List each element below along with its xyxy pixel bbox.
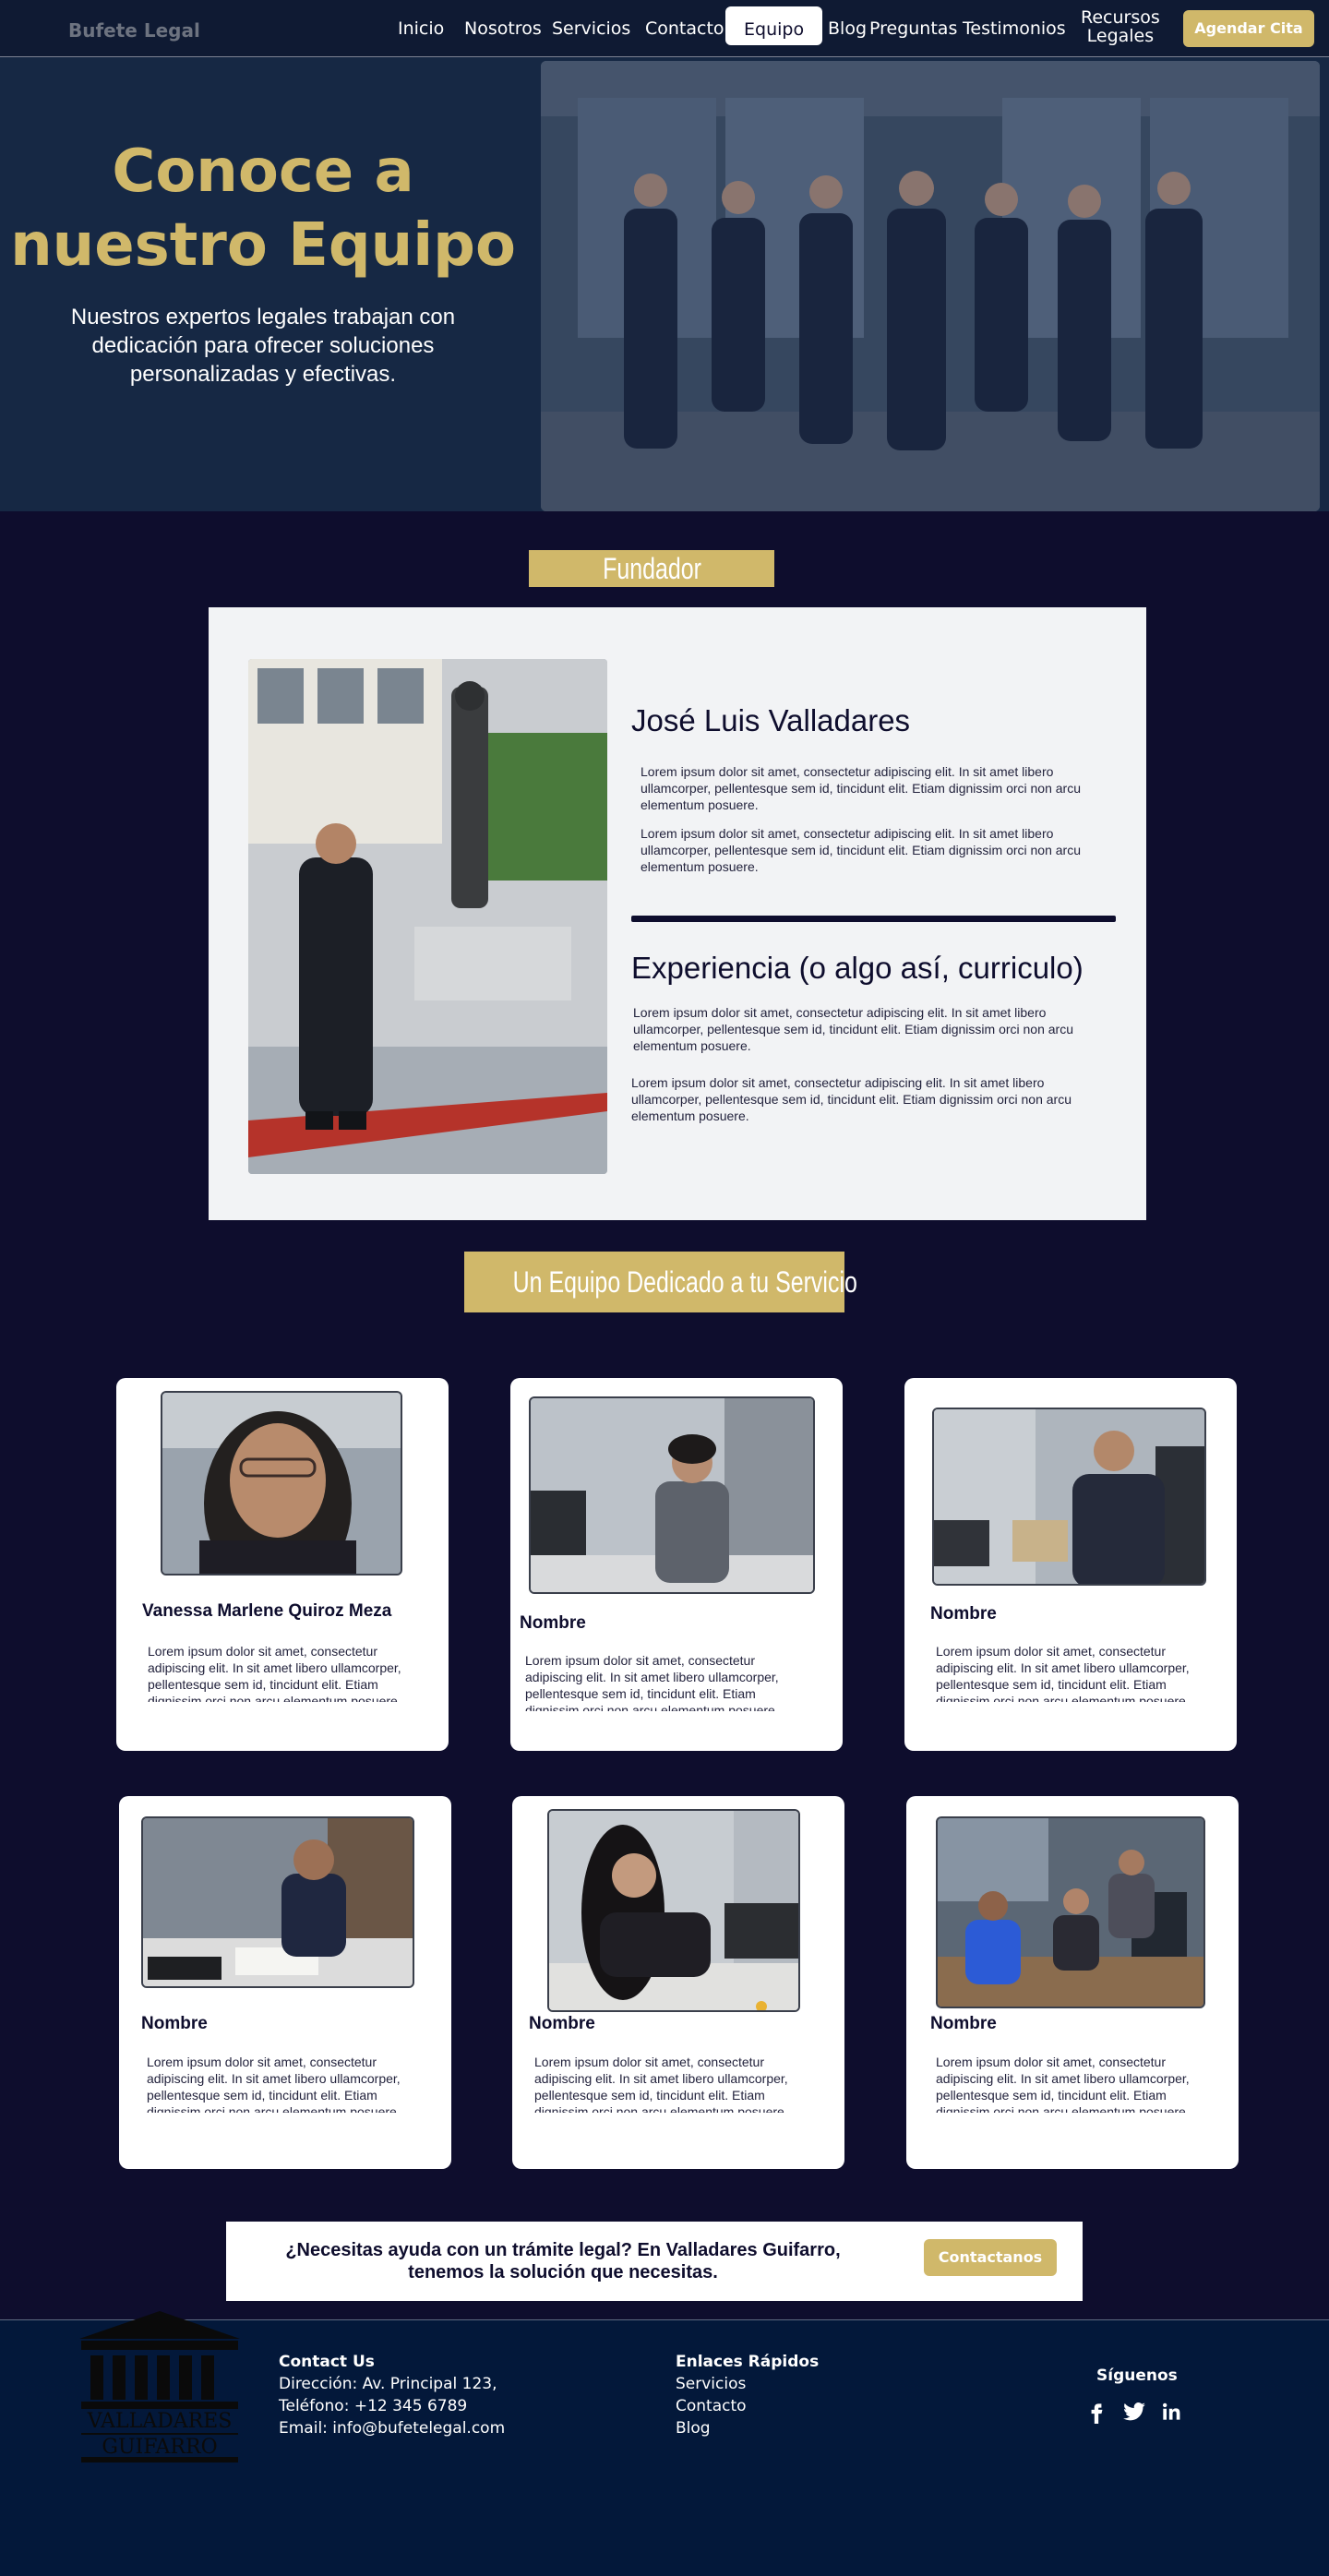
footer-email: Email: info@bufetelegal.com: [279, 2419, 506, 2438]
nav-recursos-line2: Legales: [1086, 26, 1155, 46]
founder-name: José Luis Valladares: [631, 703, 911, 737]
team-card: Nombre Lorem ipsum dolor sit amet, conse…: [904, 1378, 1237, 1751]
team-member-description: Lorem ipsum dolor sit amet, consectetur …: [147, 2055, 401, 2113]
team-member-photo: [932, 1408, 1206, 1586]
team-card: Nombre Lorem ipsum dolor sit amet, conse…: [510, 1378, 843, 1751]
nav-link-testimonios[interactable]: Testimonios: [963, 18, 1066, 39]
footer-contact-heading: Contact Us: [279, 2353, 375, 2371]
team-member-name: Nombre: [141, 2014, 208, 2033]
team-card: Vanessa Marlene Quiroz Meza Lorem ipsum …: [116, 1378, 449, 1751]
experience-paragraph-1: Lorem ipsum dolor sit amet, consectetur …: [633, 1005, 1074, 1053]
founder-section-title: Fundador: [529, 550, 774, 587]
nav-link-contacto[interactable]: Contacto: [645, 18, 724, 39]
footer-phone: Teléfono: +12 345 6789: [279, 2397, 468, 2415]
founder-photo-illustration: [248, 659, 607, 1174]
twitter-icon[interactable]: [1122, 2400, 1146, 2424]
team-member-photo: [547, 1809, 800, 2012]
cta-banner: ¿Necesitas ayuda con un trámite legal? E…: [226, 2222, 1083, 2301]
nav-recursos-line1: Recursos: [1081, 7, 1160, 28]
footer-links-heading: Enlaces Rápidos: [676, 2353, 820, 2371]
team-member-name: Nombre: [520, 1613, 586, 1633]
agendar-cita-button[interactable]: Agendar Cita: [1183, 10, 1314, 47]
founder-divider: [631, 916, 1116, 922]
team-member-name: Vanessa Marlene Quiroz Meza: [142, 1601, 392, 1621]
team-group-photo-illustration: [541, 61, 1320, 511]
team-member-description: Lorem ipsum dolor sit amet, consectetur …: [534, 2055, 788, 2113]
team-card: Nombre Lorem ipsum dolor sit amet, conse…: [119, 1796, 451, 2169]
team-member-photo-illustration: [162, 1393, 401, 1574]
contactanos-button[interactable]: Contactanos: [924, 2239, 1057, 2276]
footer-logo-line1: VALLADARES: [87, 2410, 233, 2433]
team-member-name: Nombre: [930, 2014, 997, 2033]
team-member-name: Nombre: [529, 2014, 595, 2033]
top-navbar: Bufete Legal Inicio Nosotros Servicios C…: [0, 0, 1329, 57]
team-member-description: Lorem ipsum dolor sit amet, consectetur …: [936, 1644, 1190, 1702]
team-member-photo-illustration: [549, 1811, 798, 2010]
brand-logo-text[interactable]: Bufete Legal: [68, 19, 200, 42]
team-member-photo: [161, 1391, 402, 1576]
experience-title: Experiencia (o algo así, curriculo): [631, 951, 1084, 985]
hero-title-line1: Conoce a: [112, 138, 414, 206]
team-section-title: Un Equipo Dedicado a tu Servicio: [464, 1252, 857, 1312]
team-group-photo: [541, 61, 1320, 511]
team-member-description: Lorem ipsum dolor sit amet, consectetur …: [148, 1644, 401, 1702]
nav-link-servicios[interactable]: Servicios: [552, 18, 630, 39]
footer-social-heading: Síguenos: [1096, 2366, 1178, 2385]
founder-paragraph-1: Lorem ipsum dolor sit amet, consectetur …: [641, 764, 1082, 812]
team-member-photo-illustration: [938, 1818, 1203, 2007]
team-member-photo: [936, 1816, 1205, 2008]
founder-section-title-text: Fundador: [602, 552, 701, 585]
founder-photo: [248, 659, 607, 1174]
team-member-description: Lorem ipsum dolor sit amet, consectetur …: [936, 2055, 1190, 2113]
nav-link-nosotros[interactable]: Nosotros: [464, 18, 542, 39]
footer: VALLADARES GUIFARRO Contact Us Dirección…: [0, 2311, 1329, 2576]
hero-title-line2: nuestro Equipo: [10, 211, 516, 280]
nav-link-blog[interactable]: Blog: [828, 18, 867, 39]
team-member-name: Nombre: [930, 1604, 997, 1623]
footer-link-contacto[interactable]: Contacto: [676, 2397, 747, 2415]
team-member-photo-illustration: [531, 1398, 813, 1592]
hero-section: Conoce a nuestro Equipo Nuestros experto…: [0, 57, 1329, 511]
linkedin-icon[interactable]: [1159, 2400, 1183, 2424]
team-member-photo-illustration: [934, 1409, 1204, 1584]
nav-link-preguntas[interactable]: Preguntas: [869, 18, 957, 39]
team-member-photo: [141, 1816, 414, 1988]
footer-link-blog[interactable]: Blog: [676, 2419, 711, 2438]
hero-title: Conoce a nuestro Equipo: [0, 135, 526, 282]
nav-link-equipo[interactable]: Equipo: [725, 6, 823, 45]
footer-logo[interactable]: VALLADARES GUIFARRO: [72, 2307, 247, 2464]
team-member-description: Lorem ipsum dolor sit amet, consectetur …: [525, 1653, 779, 1711]
team-section-title-text: Un Equipo Dedicado a tu Servicio: [512, 1265, 857, 1299]
founder-card: José Luis Valladares Lorem ipsum dolor s…: [209, 607, 1146, 1220]
nav-link-recursos-legales[interactable]: Recursos Legales: [1081, 8, 1160, 45]
footer-logo-line2: GUIFARRO: [102, 2436, 217, 2459]
cta-text: ¿Necesitas ayuda con un trámite legal? E…: [285, 2240, 841, 2282]
team-member-photo: [529, 1396, 815, 1594]
experience-paragraph-2: Lorem ipsum dolor sit amet, consectetur …: [631, 1075, 1072, 1123]
team-card: Nombre Lorem ipsum dolor sit amet, conse…: [512, 1796, 844, 2169]
team-member-photo-illustration: [143, 1818, 413, 1986]
hero-subtitle: Nuestros expertos legales trabajan con d…: [70, 305, 456, 387]
footer-address: Dirección: Av. Principal 123,: [279, 2375, 497, 2393]
facebook-icon[interactable]: [1084, 2400, 1108, 2424]
team-card: Nombre Lorem ipsum dolor sit amet, conse…: [906, 1796, 1239, 2169]
founder-paragraph-2: Lorem ipsum dolor sit amet, consectetur …: [641, 826, 1082, 874]
footer-link-servicios[interactable]: Servicios: [676, 2375, 746, 2393]
nav-link-inicio[interactable]: Inicio: [398, 18, 444, 39]
